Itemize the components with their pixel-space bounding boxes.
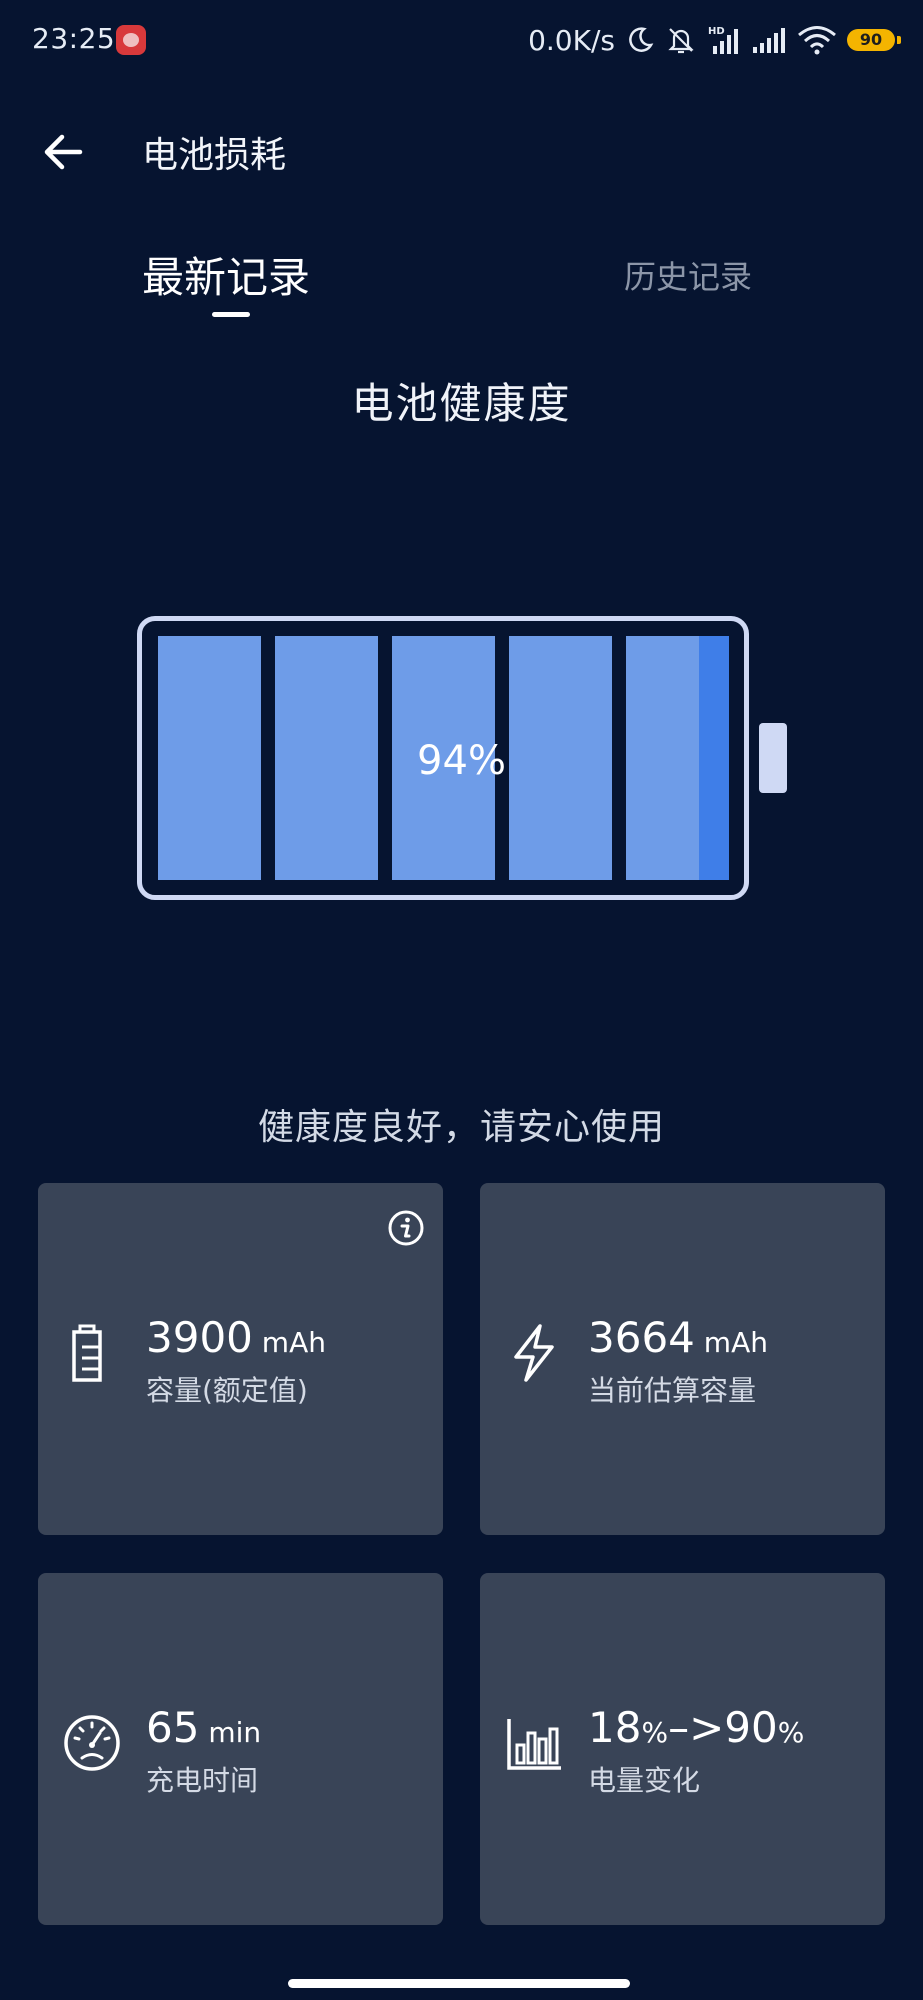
app-notification-icon [116, 25, 146, 55]
info-icon[interactable] [387, 1209, 425, 1247]
card-value: 3664 mAh [588, 1313, 768, 1362]
svg-text:HD: HD [708, 26, 725, 37]
charging-time-card: 65 min 充电时间 [38, 1573, 443, 1925]
back-button[interactable] [38, 128, 92, 176]
tab-history-records[interactable]: 历史记录 [624, 252, 752, 298]
status-icons: 0.0K/s HD 90 [528, 22, 901, 58]
bar-chart-icon [507, 1719, 561, 1770]
bell-off-icon [668, 28, 694, 54]
charge-change-card: 18%–>90% 电量变化 [480, 1573, 885, 1925]
page-title: 电池损耗 [142, 135, 287, 176]
card-label: 充电时间 [146, 1764, 259, 1797]
wifi-icon [798, 26, 836, 55]
battery-outline-icon [72, 1324, 102, 1382]
back-arrow-icon [44, 134, 83, 170]
speedometer-icon [64, 1715, 120, 1771]
card-label: 电量变化 [588, 1764, 701, 1797]
card-value: 65 min [146, 1703, 262, 1752]
card-label: 当前估算容量 [588, 1374, 757, 1407]
capacity-card: 3900 mAh 容量(额定值) [38, 1183, 443, 1535]
tab-latest-records[interactable]: 最新记录 [142, 244, 310, 305]
battery-health-percent: 94% [417, 738, 506, 784]
health-title: 电池健康度 [351, 379, 572, 428]
net-speed: 0.0K/s [528, 23, 615, 57]
lightning-icon [514, 1324, 554, 1382]
moon-icon [629, 27, 654, 52]
battery-icon: 90 [847, 29, 901, 51]
hd-signal-icon: HD [708, 26, 738, 54]
home-indicator[interactable] [288, 1979, 630, 1988]
health-message: 健康度良好，请安心使用 [257, 1107, 665, 1148]
tab-active-indicator [212, 312, 250, 317]
card-value: 18%–>90% [588, 1703, 805, 1752]
estimated-capacity-card: 3664 mAh 当前估算容量 [480, 1183, 885, 1535]
status-time: 23:25 [32, 22, 116, 55]
card-label: 容量(额定值) [146, 1374, 308, 1407]
card-value: 3900 mAh [146, 1313, 326, 1362]
signal-icon [753, 28, 785, 53]
